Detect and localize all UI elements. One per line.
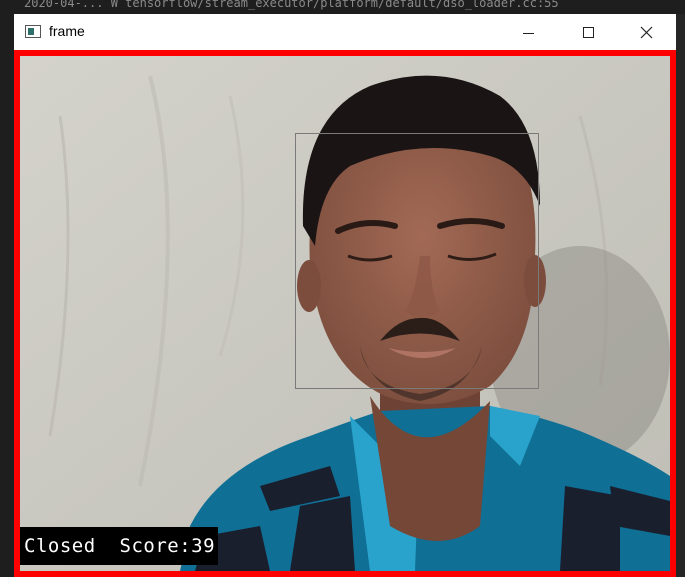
status-label: Closed Score:39: [20, 527, 218, 565]
app-window-icon: [25, 25, 41, 38]
maximize-icon: [582, 26, 594, 38]
eye-state-text: Closed: [24, 535, 96, 557]
minimize-button[interactable]: [498, 14, 558, 50]
close-button[interactable]: [616, 14, 676, 50]
face-detection-box: [295, 133, 539, 389]
maximize-button[interactable]: [558, 14, 618, 50]
close-icon: [640, 26, 652, 38]
minimize-icon: [522, 32, 534, 34]
video-frame: Closed Score:39: [14, 50, 676, 577]
window-title: frame: [49, 23, 85, 39]
score-text: Score:39: [119, 535, 216, 557]
background-terminal: 2020-04-... W tensorflow/stream_executor…: [0, 0, 685, 14]
title-bar[interactable]: frame: [14, 14, 676, 50]
frame-window: frame Closed Score:39: [14, 14, 676, 577]
background-terminal-text: 2020-04-... W tensorflow/stream_executor…: [24, 0, 559, 10]
background-terminal-edge: [676, 14, 685, 577]
camera-feed: Closed Score:39: [20, 56, 670, 571]
